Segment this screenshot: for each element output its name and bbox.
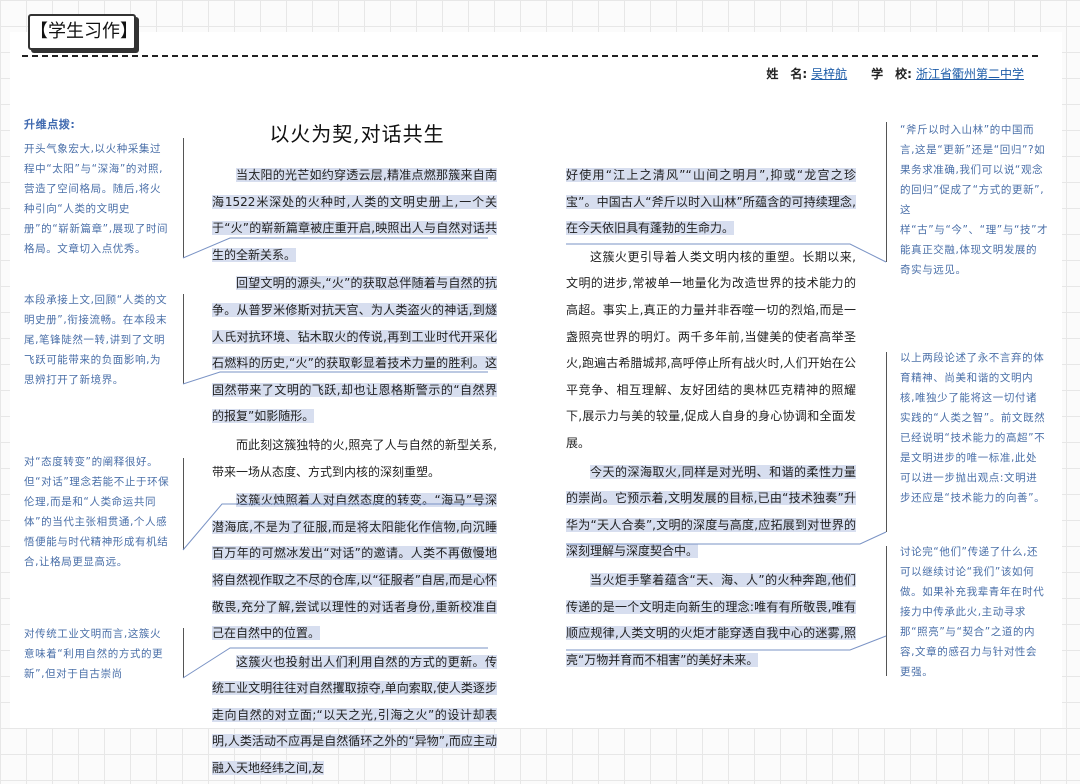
left-note-1: 开头气象宏大,以火种采集过程中“太阳”与“深海”的对照,营造了空间格局。随后,将… [24, 143, 169, 255]
school-label: 学 校: [871, 67, 912, 81]
left-note-3: 对“态度转变”的阐释很好。但“对话”理念若能不止于环保伦理,而是和“人类命运共同… [24, 456, 170, 568]
right-note-2: 以上两段论述了永不言弃的体育精神、尚美和谐的文明内核,唯独少了能将这一切付诸实践… [900, 352, 1046, 504]
right-note-2-rule [886, 352, 887, 532]
highlighted-text: 当太阳的光芒如约穿透云层,精准点燃那簇来自南海1522米深处的火种时,人类的文明… [212, 168, 497, 262]
highlighted-text: 回望文明的源头,“火”的获取总伴随着与自然的抗争。从普罗米修斯对抗天宫、为人类盗… [212, 276, 497, 424]
name-label: 姓 名: [766, 67, 808, 81]
paragraph-2: 回望文明的源头,“火”的获取总伴随着与自然的抗争。从普罗米修斯对抗天宫、为人类盗… [212, 270, 497, 430]
left-note-2: 本段承接上文,回顾“人类的文明史册”,衔接流畅。在本段末尾,笔锋陡然一转,讲到了… [24, 294, 168, 386]
left-note-2-rule [183, 294, 184, 384]
highlighted-text: 这簇火也投射出人们利用自然的方式的更新。传统工业文明往往对自然攫取掠夺,单向索取… [212, 654, 497, 776]
right-note-1-rule [886, 122, 887, 262]
school-field: 学 校: 浙江省衢州第二中学 [871, 65, 1024, 82]
dashed-divider [22, 55, 1038, 57]
paragraph-9: 当火炬手擎着蕴含“天、海、人”的火种奔跑,他们传递的是一个文明走向新生的理念:唯… [566, 567, 856, 673]
notes-heading: 升维点拨: [24, 118, 76, 131]
highlighted-text: 今天的深海取火,同样是对光明、和谐的柔性力量的崇尚。它预示着,文明发展的目标,已… [566, 464, 856, 559]
essay-title: 以火为契,对话共生 [269, 122, 445, 146]
left-note-1-block: 升维点拨: 开头气象宏大,以火种采集过程中“太阳”与“深海”的对照,营造了空间格… [24, 115, 170, 259]
right-note-1: “斧斤以时入山林”的中国而言,这是“更新”还是“回归”?如果务求准确,我们可以说… [900, 124, 1049, 276]
right-note-3: 讨论完“他们”传递了什么,还可以继续讨论“我们”该如何做。如果补充我辈青年在时代… [900, 546, 1045, 678]
essay-column-2: 好使用“江上之清风”“山间之明月”,抑或“龙宫之珍宝”。中国古人“斧斤以时入山林… [566, 162, 856, 675]
left-note-3-rule [183, 458, 184, 550]
highlighted-text: 好使用“江上之清风”“山间之明月”,抑或“龙宫之珍宝”。中国古人“斧斤以时入山林… [566, 168, 856, 236]
name-field: 姓 名: 吴梓航 [766, 65, 847, 82]
paragraph-6: 好使用“江上之清风”“山间之明月”,抑或“龙宫之珍宝”。中国古人“斧斤以时入山林… [566, 162, 856, 242]
paragraph-8: 今天的深海取火,同样是对光明、和谐的柔性力量的崇尚。它预示着,文明发展的目标,已… [566, 459, 856, 565]
paragraph-3: 而此刻这簇独特的火,照亮了人与自然的新型关系,带来一场从态度、方式到内核的深刻重… [212, 437, 497, 479]
paragraph-5: 这簇火也投射出人们利用自然的方式的更新。传统工业文明往往对自然攫取掠夺,单向索取… [212, 649, 497, 782]
paragraph-1: 当太阳的光芒如约穿透云层,精准点燃那簇来自南海1522米深处的火种时,人类的文明… [212, 162, 497, 268]
author-info: 姓 名: 吴梓航 学 校: 浙江省衢州第二中学 [766, 65, 1024, 82]
paragraph-7: 这簇火更引导着人类文明内核的重塑。长期以来,文明的进步,常被单一地量化为改造世界… [566, 249, 856, 450]
highlighted-text: 这簇火烛照着人对自然态度的转变。“海马”号深潜海底,不是为了征服,而是将太阳能化… [212, 493, 497, 641]
section-tag: 【学生习作】 [28, 14, 138, 50]
school-name: 浙江省衢州第二中学 [915, 67, 1024, 81]
right-note-3-rule [886, 546, 887, 676]
highlighted-text: 当火炬手擎着蕴含“天、海、人”的火种奔跑,他们传递的是一个文明走向新生的理念:唯… [566, 572, 856, 667]
left-note-4: 对传统工业文明而言,这簇火意味着“利用自然的方式的更新”,但对于自古崇尚 [24, 628, 164, 680]
left-note-1-rule [183, 138, 184, 258]
author-name: 吴梓航 [811, 67, 848, 81]
left-note-4-rule [183, 628, 184, 678]
paragraph-4: 这簇火烛照着人对自然态度的转变。“海马”号深潜海底,不是为了征服,而是将太阳能化… [212, 487, 497, 647]
essay-column-1: 当太阳的光芒如约穿透云层,精准点燃那簇来自南海1522米深处的火种时,人类的文明… [212, 162, 497, 784]
